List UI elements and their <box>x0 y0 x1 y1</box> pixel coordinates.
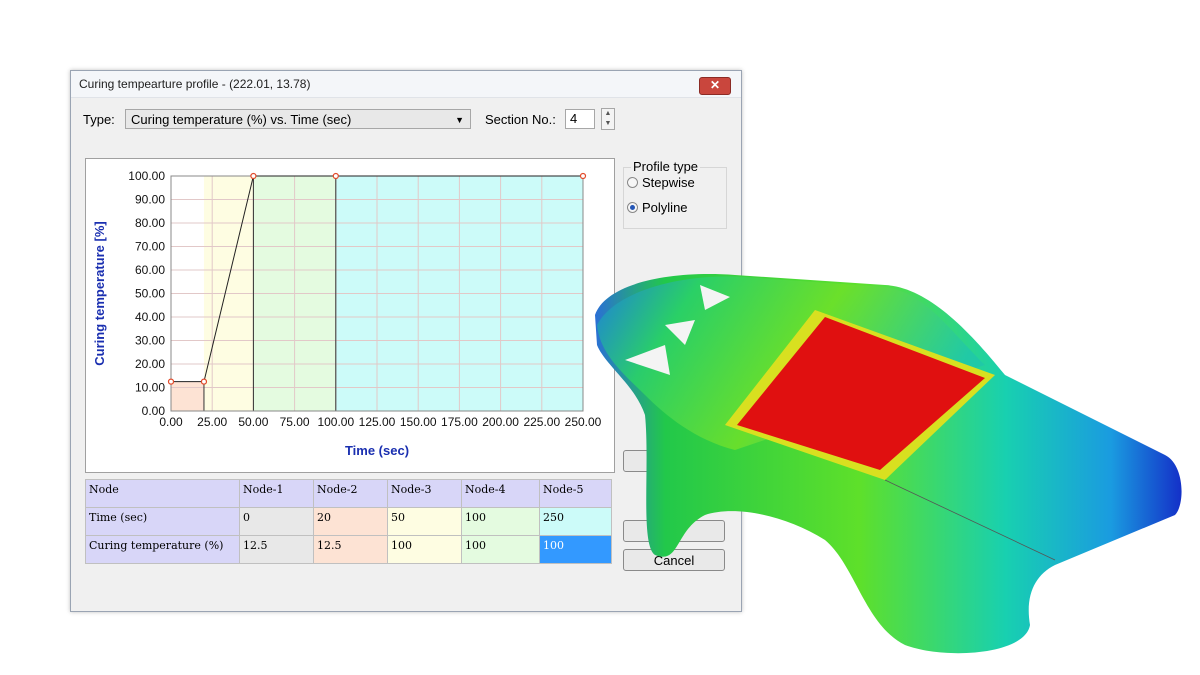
x-tick-label: 75.00 <box>280 415 310 429</box>
x-tick-label: 50.00 <box>238 415 268 429</box>
spin-down-icon[interactable]: ▼ <box>602 119 614 129</box>
node-point <box>579 172 587 180</box>
y-tick-label: 50.00 <box>135 287 165 301</box>
type-dropdown[interactable]: Curing temperature (%) vs. Time (sec) ▼ <box>125 109 471 129</box>
y-tick-label: 10.00 <box>135 381 165 395</box>
y-tick-label: 80.00 <box>135 216 165 230</box>
title-bar: Curing tempearture profile - (222.01, 13… <box>71 71 741 98</box>
chart-panel: 0.00 10.00 20.00 30.00 40.00 50.00 60.00 70.00 8… <box>85 158 615 473</box>
table-cell[interactable]: 100 <box>461 535 540 564</box>
y-tick-label: 100.00 <box>128 169 165 183</box>
x-tick-label: 225.00 <box>523 415 560 429</box>
node-table: Node Node-1 Node-2 Node-3 Node-4 Node-5 … <box>85 479 612 564</box>
y-tick-label: 60.00 <box>135 263 165 277</box>
y-tick-label: 90.00 <box>135 193 165 207</box>
x-tick-label: 25.00 <box>197 415 227 429</box>
curing-chart: 0.00 10.00 20.00 30.00 40.00 50.00 60.00 70.00 8… <box>92 169 602 458</box>
x-axis-label: Time (sec) <box>345 443 409 458</box>
x-tick-label: 125.00 <box>359 415 396 429</box>
table-cell[interactable]: 20 <box>313 507 388 536</box>
profile-type-legend: Profile type <box>631 159 701 174</box>
node-point <box>250 172 257 180</box>
radio-stepwise[interactable]: Stepwise <box>627 175 695 190</box>
table-cell[interactable]: 100 <box>461 507 540 536</box>
table-header-row: Node Node-1 Node-2 Node-3 Node-4 Node-5 <box>85 479 612 508</box>
window-title: Curing tempearture profile - (222.01, 13… <box>79 77 311 91</box>
table-cell[interactable]: 0 <box>239 507 314 536</box>
dropdown-arrow-icon: ▼ <box>455 115 464 125</box>
table-row: Time (sec) 0 20 50 100 250 <box>85 507 612 536</box>
spin-up-icon[interactable]: ▲ <box>602 109 614 119</box>
radio-stepwise-label: Stepwise <box>642 175 695 190</box>
table-cell[interactable]: 12.5 <box>239 535 314 564</box>
x-tick-label: 200.00 <box>482 415 519 429</box>
radio-polyline-icon[interactable] <box>627 202 638 213</box>
section-label: Section No.: <box>485 112 556 127</box>
table-header-cell: Node-4 <box>461 479 540 508</box>
y-tick-label: 20.00 <box>135 357 165 371</box>
radio-polyline[interactable]: Polyline <box>627 200 688 215</box>
node-point <box>200 378 208 385</box>
section-number-input[interactable]: 4 <box>565 109 595 129</box>
node-point <box>167 378 175 385</box>
section-fill <box>171 381 204 411</box>
type-dropdown-value: Curing temperature (%) vs. Time (sec) <box>131 112 352 127</box>
table-row: Curing temperature (%) 12.5 12.5 100 100… <box>85 535 612 564</box>
table-cell[interactable]: 50 <box>387 507 462 536</box>
section-spinner[interactable]: ▲ ▼ <box>601 108 615 130</box>
simulation-result-render <box>595 274 1182 654</box>
x-tick-label: 0.00 <box>159 415 183 429</box>
table-cell[interactable]: 100 <box>387 535 462 564</box>
table-header-cell: Node-3 <box>387 479 462 508</box>
radio-polyline-label: Polyline <box>642 200 688 215</box>
table-header-cell: Node-2 <box>313 479 388 508</box>
table-cell[interactable]: 12.5 <box>313 535 388 564</box>
node-point <box>332 172 339 180</box>
x-tick-label: 100.00 <box>317 415 354 429</box>
y-tick-label: 30.00 <box>135 334 165 348</box>
y-tick-label: 40.00 <box>135 310 165 324</box>
row-label-cell: Curing temperature (%) <box>85 535 240 564</box>
close-button[interactable]: ✕ <box>699 77 731 95</box>
x-tick-label: 150.00 <box>400 415 437 429</box>
x-tick-label: 175.00 <box>441 415 478 429</box>
table-header-cell: Node-1 <box>239 479 314 508</box>
type-label: Type: <box>83 112 115 127</box>
y-tick-label: 70.00 <box>135 240 165 254</box>
row-label-cell: Time (sec) <box>85 507 240 536</box>
table-header-cell: Node <box>85 479 240 508</box>
y-axis-label: Curing temperature [%] <box>92 221 107 365</box>
radio-stepwise-icon[interactable] <box>627 177 638 188</box>
profile-type-group: Profile type Stepwise Polyline <box>623 159 727 229</box>
